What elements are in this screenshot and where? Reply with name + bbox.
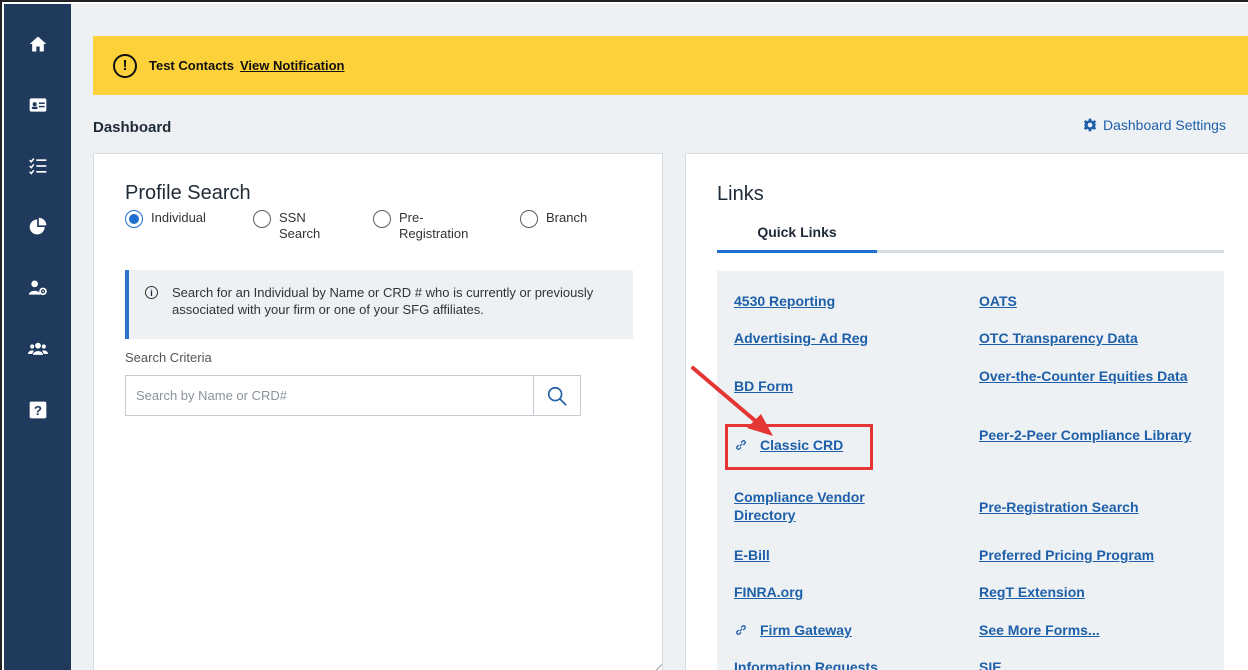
link-see-more-forms[interactable]: See More Forms... [979, 621, 1100, 639]
callout-arrow [691, 366, 773, 436]
users-group-icon [27, 342, 48, 355]
search-type-radio-group: Individual SSN Search Pre-Registration B… [125, 210, 645, 250]
sidebar-item-home[interactable] [4, 24, 71, 64]
radio-label: Branch [546, 210, 588, 225]
link-4530-reporting[interactable]: 4530 Reporting [734, 292, 835, 310]
link-sie[interactable]: SIE [979, 658, 1002, 670]
home-icon [29, 36, 46, 52]
sidebar-item-user-admin[interactable] [4, 268, 71, 308]
alert-icon: ! [113, 53, 137, 78]
search-button[interactable] [533, 376, 580, 415]
links-title: Links [717, 183, 764, 205]
page-title: Dashboard [93, 119, 172, 136]
info-text: Search for an Individual by Name or CRD … [172, 285, 594, 317]
sidebar: ? [4, 4, 71, 670]
link-preferred-pricing-program[interactable]: Preferred Pricing Program [979, 546, 1154, 564]
search-input[interactable] [126, 376, 533, 415]
radio-circle [520, 210, 538, 228]
notification-banner: ! Test Contacts View Notification [93, 36, 1248, 95]
radio-label: SSN Search [279, 210, 321, 241]
link-peer-2-peer-library[interactable]: Peer-2-Peer Compliance Library [979, 426, 1199, 444]
help-icon: ? [29, 401, 46, 419]
radio-circle [253, 210, 271, 228]
sidebar-item-tasks[interactable] [4, 146, 71, 186]
radio-label: Individual [151, 210, 206, 225]
link-advertising-ad-reg[interactable]: Advertising- Ad Reg [734, 329, 868, 347]
link-oats[interactable]: OATS [979, 292, 1017, 310]
link-otc-equities-data[interactable]: Over-the-Counter Equities Data [979, 367, 1199, 385]
app-frame: ? ! Test Contacts View Notification Dash… [0, 0, 1248, 670]
contact-card-icon [29, 98, 46, 112]
radio-branch[interactable]: Branch [520, 210, 587, 228]
sidebar-item-groups[interactable] [4, 329, 71, 369]
quick-links-list: 4530 Reporting Advertising- Ad Reg BD Fo… [717, 271, 1224, 670]
dashboard-settings-label: Dashboard Settings [1103, 117, 1226, 133]
link-otc-transparency-data[interactable]: OTC Transparency Data [979, 329, 1138, 347]
search-info-box: i Search for an Individual by Name or CR… [125, 270, 633, 339]
external-link-icon [734, 621, 748, 639]
resize-handle[interactable] [647, 657, 663, 670]
search-field [125, 375, 581, 416]
link-regt-extension[interactable]: RegT Extension [979, 583, 1085, 601]
radio-individual[interactable]: Individual [125, 210, 206, 228]
user-settings-icon [28, 280, 47, 296]
search-icon [547, 386, 567, 406]
sidebar-item-help[interactable]: ? [4, 390, 71, 430]
radio-label: Pre-Registration [399, 210, 469, 241]
sidebar-item-contacts[interactable] [4, 85, 71, 125]
radio-ssn-search[interactable]: SSN Search [253, 210, 339, 242]
profile-search-title: Profile Search [125, 182, 251, 204]
radio-pre-registration[interactable]: Pre-Registration [373, 210, 487, 242]
radio-circle [373, 210, 391, 228]
radio-circle [125, 210, 143, 228]
banner-title: Test Contacts [149, 58, 234, 73]
link-firm-gateway[interactable]: Firm Gateway [734, 621, 852, 639]
dashboard-settings-button[interactable]: Dashboard Settings [1083, 117, 1226, 133]
link-finra-org[interactable]: FINRA.org [734, 583, 803, 601]
link-e-bill[interactable]: E-Bill [734, 546, 770, 564]
checklist-icon [28, 158, 46, 175]
main-content: ! Test Contacts View Notification Dashbo… [71, 4, 1248, 670]
link-pre-registration-search[interactable]: Pre-Registration Search [979, 498, 1139, 516]
tab-quick-links[interactable]: Quick Links [717, 224, 877, 253]
sidebar-item-reports[interactable] [4, 207, 71, 247]
svg-text:?: ? [33, 403, 41, 418]
search-criteria-label: Search Criteria [125, 350, 212, 365]
profile-search-card: Profile Search Individual SSN Search Pre… [93, 153, 663, 670]
gear-icon [1083, 118, 1097, 132]
pie-chart-icon [29, 217, 46, 235]
info-icon: i [145, 286, 158, 299]
link-compliance-vendor-directory[interactable]: Compliance Vendor Directory [734, 488, 924, 524]
view-notification-link[interactable]: View Notification [240, 58, 345, 73]
link-label: Firm Gateway [760, 622, 852, 638]
link-information-requests[interactable]: Information Requests [734, 658, 878, 670]
